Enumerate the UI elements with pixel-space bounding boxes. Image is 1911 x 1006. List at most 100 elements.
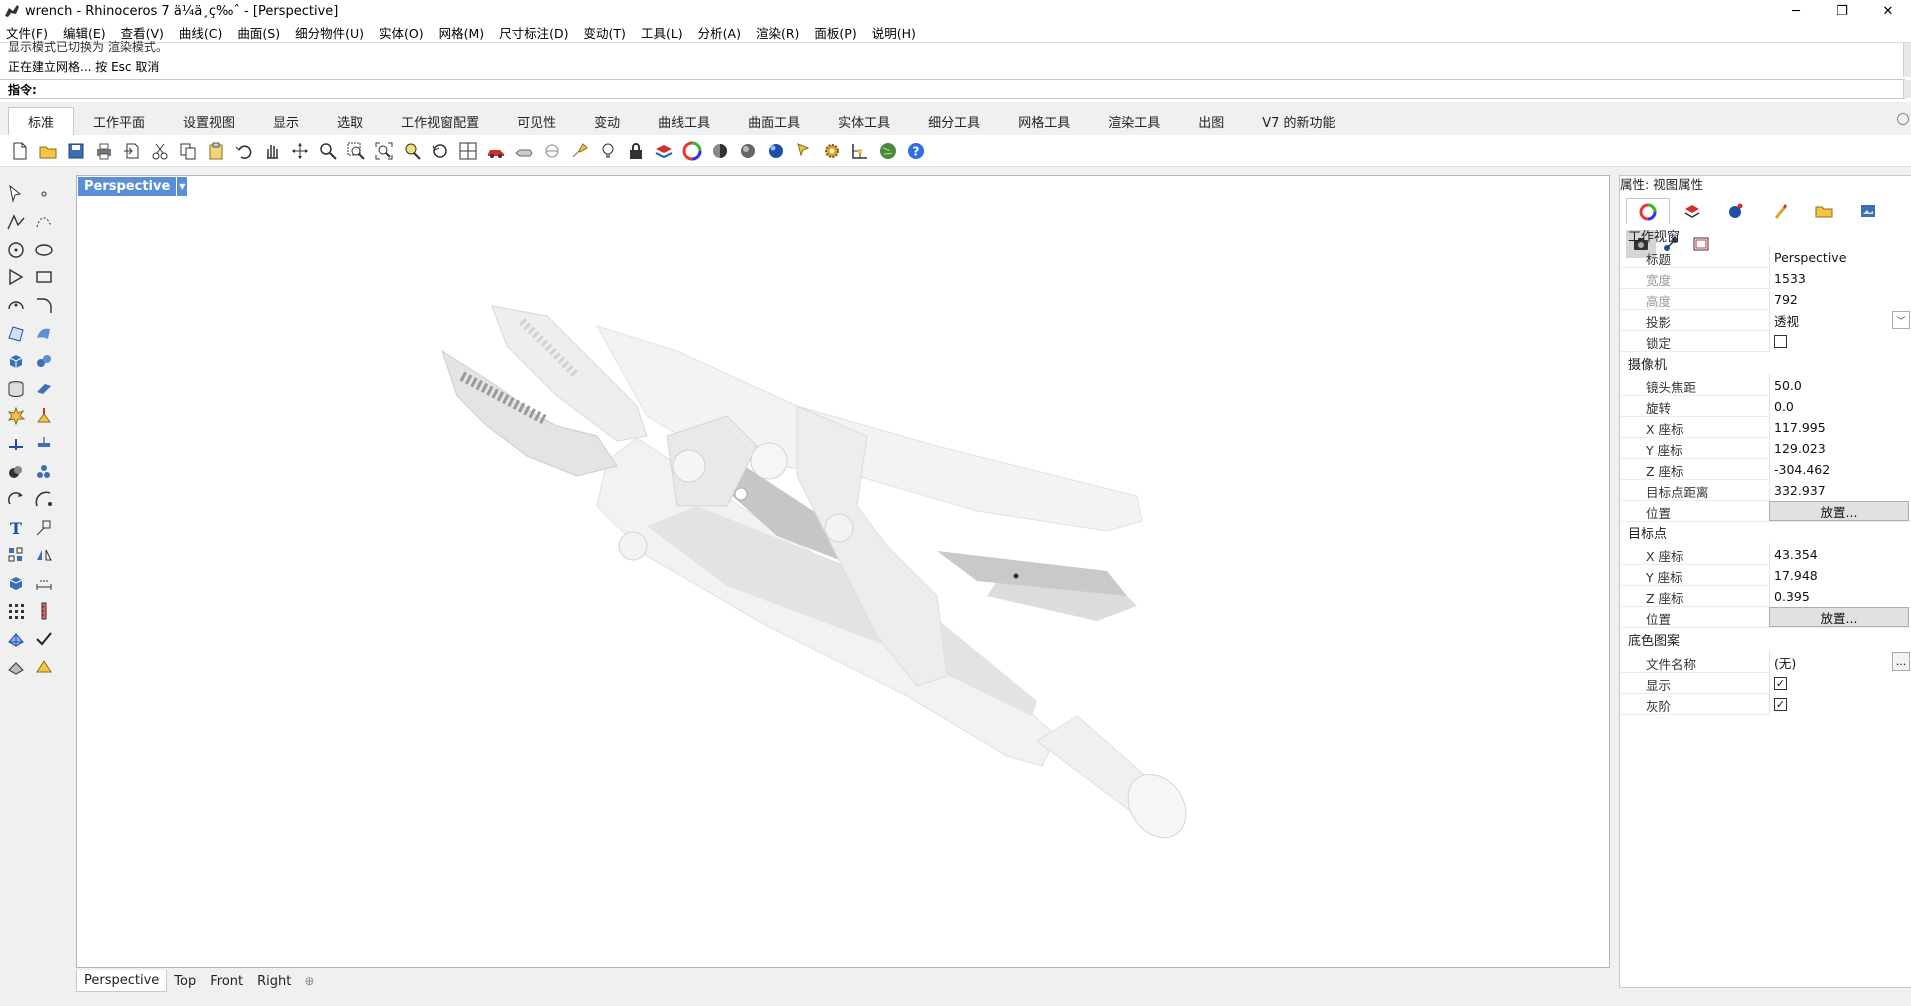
viewport-menu-icon[interactable]: ▼ [176,177,188,196]
target-place-button[interactable]: 放置... [1769,607,1909,627]
paste-icon[interactable] [204,139,228,163]
properties-tab-materials[interactable] [1714,198,1758,224]
menu-subd[interactable]: 细分物件(U) [295,23,364,42]
split-icon[interactable] [4,432,28,456]
import-icon[interactable] [120,139,144,163]
tab-solid-tools[interactable]: 实体工具 [819,107,909,135]
curve-points-icon[interactable] [32,210,56,234]
properties-tab-layers[interactable] [1670,198,1714,224]
viewport-name[interactable]: Perspective [78,177,177,196]
copy-icon[interactable] [176,139,200,163]
undo-icon[interactable] [232,139,256,163]
grid-array-icon[interactable] [4,599,28,623]
group-icon[interactable] [32,460,56,484]
extrude-icon[interactable] [32,377,56,401]
title-field[interactable]: Perspective [1769,246,1911,268]
target-distance-field[interactable]: 332.937 [1769,479,1911,501]
light-bulb-icon[interactable] [596,139,620,163]
box-icon[interactable] [4,349,28,373]
command-input[interactable] [36,80,1905,98]
fillet-curve-icon[interactable] [32,293,56,317]
move-icon[interactable] [32,516,56,540]
pan-hand-icon[interactable] [260,139,284,163]
select-filter-icon[interactable] [792,139,816,163]
mesh-icon[interactable] [4,627,28,651]
wallpaper-file-field[interactable]: (无)... [1769,651,1911,673]
tab-render-tools[interactable]: 渲染工具 [1089,107,1179,135]
tab-drafting[interactable]: 出图 [1179,107,1243,135]
tab-set-view[interactable]: 设置视图 [164,107,254,135]
menu-mesh[interactable]: 网格(M) [439,23,485,42]
tab-viewport-layout[interactable]: 工作视窗配置 [382,107,498,135]
target-z-field[interactable]: 0.395 [1769,585,1911,607]
viewport-tab-top[interactable]: Top [167,970,203,992]
viewport-tab-right[interactable]: Right [250,970,298,992]
camera-x-field[interactable]: 117.995 [1769,416,1911,438]
zoom-dynamic-icon[interactable] [316,139,340,163]
camera-place-button[interactable]: 放置... [1769,501,1909,521]
grid-snap-icon[interactable] [848,139,872,163]
section-wallpaper[interactable]: 底色图案 [1628,630,1680,649]
minimize-button[interactable]: ─ [1773,0,1819,22]
undo-view-icon[interactable] [428,139,452,163]
command-scrollbar[interactable] [1903,80,1911,98]
properties-tab-view[interactable] [1626,198,1670,224]
tab-transform[interactable]: 变动 [575,107,639,135]
polyline-icon[interactable] [4,210,28,234]
block-icon[interactable] [4,571,28,595]
viewport-title[interactable]: Perspective ▼ [78,177,188,196]
section-icon[interactable] [4,655,28,679]
menu-panels[interactable]: 面板(P) [814,23,856,42]
menu-analyze[interactable]: 分析(A) [698,23,741,42]
browse-file-button[interactable]: ... [1892,652,1910,671]
tab-display[interactable]: 显示 [254,107,318,135]
cut-icon[interactable] [148,139,172,163]
menu-surface[interactable]: 曲面(S) [237,23,280,42]
history-scrollbar[interactable] [1903,43,1911,77]
camera-y-field[interactable]: 129.023 [1769,437,1911,459]
add-viewport-tab-icon[interactable]: ⊕ [298,974,320,988]
tab-surface-tools[interactable]: 曲面工具 [729,107,819,135]
print-icon[interactable] [92,139,116,163]
array-icon[interactable] [4,543,28,567]
target-y-field[interactable]: 17.948 [1769,564,1911,586]
properties-tab-lights[interactable] [1758,198,1802,224]
tab-subd-tools[interactable]: 细分工具 [909,107,999,135]
arc-icon[interactable] [4,293,28,317]
tab-mesh-tools[interactable]: 网格工具 [999,107,1089,135]
surface-corner-icon[interactable] [4,321,28,345]
target-x-field[interactable]: 43.354 [1769,543,1911,565]
menu-transform[interactable]: 变动(T) [584,23,626,42]
material-sphere-icon[interactable] [708,139,732,163]
open-folder-icon[interactable] [36,139,60,163]
align-icon[interactable] [32,432,56,456]
chevron-down-icon[interactable]: ﹀ [1892,311,1910,329]
circle-icon[interactable] [4,238,28,262]
measure-icon[interactable] [32,599,56,623]
text-icon[interactable]: T [4,516,28,540]
lens-field[interactable]: 50.0 [1769,374,1911,396]
section-target[interactable]: 目标点 [1628,523,1667,542]
rotate-icon[interactable] [4,488,28,512]
globe-icon[interactable] [876,139,900,163]
render-sphere-icon[interactable] [764,139,788,163]
projection-select[interactable]: 透视 ﹀ [1769,309,1911,331]
lock-icon[interactable] [624,139,648,163]
tab-cplanes[interactable]: 工作平面 [74,107,164,135]
lock-checkbox[interactable] [1774,334,1787,348]
tab-standard[interactable]: 标准 [8,107,75,135]
scale-icon[interactable] [32,488,56,512]
help-icon[interactable]: ? [904,139,928,163]
zoom-window-icon[interactable] [344,139,368,163]
spheres-icon[interactable] [32,349,56,373]
tab-options-icon[interactable] [1897,113,1909,125]
sweep-icon[interactable] [32,321,56,345]
render-icon[interactable] [32,655,56,679]
menu-dimension[interactable]: 尺寸标注(D) [499,23,568,42]
wallpaper-gray-checkbox[interactable]: ✓ [1774,697,1787,711]
tab-visibility[interactable]: 可见性 [498,107,575,135]
menu-help[interactable]: 说明(H) [872,23,916,42]
zoom-extents-icon[interactable] [372,139,396,163]
rotate-view-icon[interactable] [288,139,312,163]
close-button[interactable]: ✕ [1865,0,1911,22]
